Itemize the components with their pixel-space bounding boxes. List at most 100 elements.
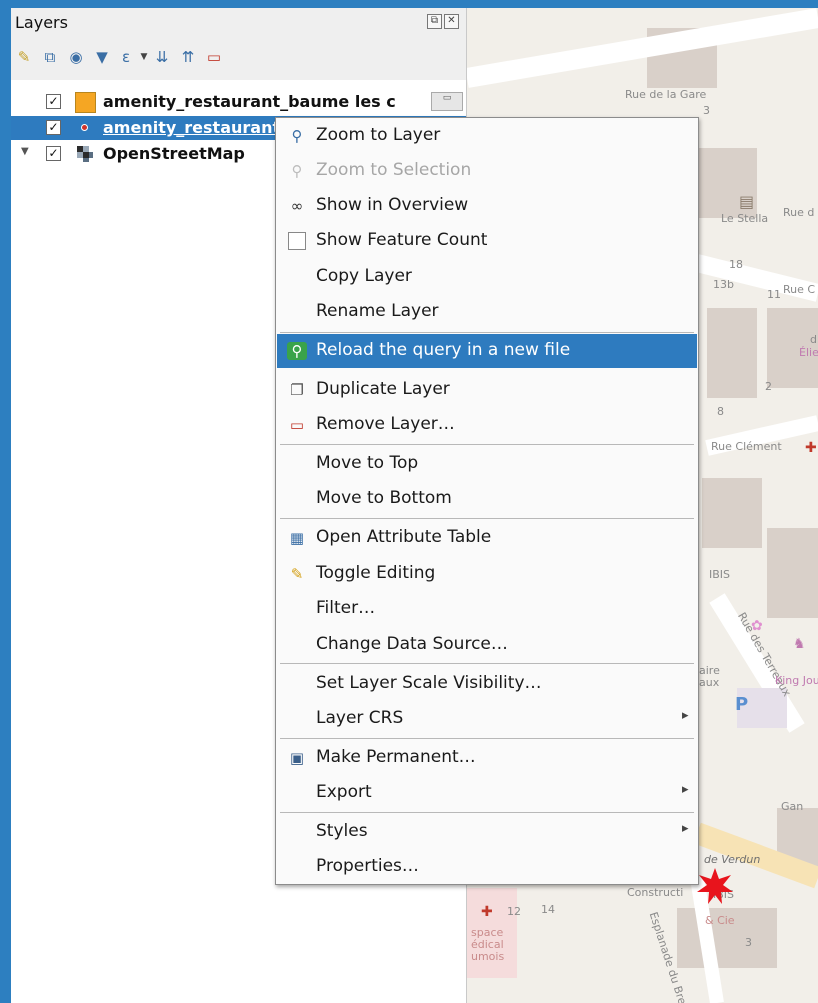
layer-visibility-checkbox[interactable]: ✓ <box>46 94 61 109</box>
red-point-symbol-icon <box>75 118 94 137</box>
zoom-to-layer-icon: ⚲ <box>291 127 303 145</box>
menu-item-filter[interactable]: Filter… <box>277 592 697 626</box>
open-layer-styling-icon[interactable]: ✎ <box>15 48 33 66</box>
float-panel-icon[interactable]: ⧉ <box>427 14 442 29</box>
menu-item-label: Zoom to Selection <box>316 160 472 180</box>
menu-item-duplicate-layer[interactable]: ❐ Duplicate Layer <box>277 373 697 407</box>
duplicate-layer-icon: ❐ <box>290 381 304 399</box>
filter-legend-icon[interactable]: ▼ <box>93 48 111 66</box>
menu-item-label: Make Permanent… <box>316 747 476 767</box>
raster-tile-symbol-icon <box>75 144 94 163</box>
menu-item-label: Layer CRS <box>316 708 404 728</box>
layer-row-restaurant-baume[interactable]: ✓ amenity_restaurant_baume les c ▭ <box>11 90 466 114</box>
menu-item-zoom-to-selection[interactable]: ⚲ Zoom to Selection <box>277 154 697 188</box>
menu-item-label: Toggle Editing <box>316 563 436 583</box>
map-label: 12 <box>507 905 521 918</box>
map-label: umois <box>471 950 505 963</box>
menu-item-label: Set Layer Scale Visibility… <box>316 673 542 693</box>
parking-poi-icon: P <box>735 694 749 715</box>
map-label: Rue de la Gare <box>625 88 707 101</box>
menu-item-open-attribute-table[interactable]: ▦ Open Attribute Table <box>277 521 697 555</box>
layer-visibility-checkbox[interactable]: ✓ <box>46 146 61 161</box>
menu-item-label: Zoom to Layer <box>316 125 441 145</box>
pet-shop-poi-icon: ✿ <box>751 618 763 634</box>
submenu-arrow-icon: ▸ <box>682 782 689 797</box>
menu-item-styles[interactable]: Styles ▸ <box>277 815 697 849</box>
map-label: 3 <box>745 936 752 949</box>
menu-item-label: Properties… <box>316 856 419 876</box>
close-panel-icon[interactable]: ✕ <box>444 14 459 29</box>
menu-item-label: Rename Layer <box>316 301 439 321</box>
menu-item-toggle-editing[interactable]: ✎ Toggle Editing <box>277 557 697 591</box>
menu-separator <box>280 518 694 519</box>
map-label: Rue C <box>783 283 816 296</box>
save-icon: ▣ <box>289 749 305 767</box>
remove-layer-icon[interactable]: ▭ <box>205 48 223 66</box>
manage-map-themes-icon[interactable]: ◉ <box>67 48 85 66</box>
collapse-all-icon[interactable]: ⇈ <box>179 48 197 66</box>
layer-context-menu: ⚲ Zoom to Layer ⚲ Zoom to Selection ∞ Sh… <box>275 117 699 885</box>
menu-item-remove-layer[interactable]: ▭ Remove Layer… <box>277 408 697 442</box>
map-label: de Verdun <box>704 853 761 866</box>
layers-toolbar: ✎ ⧉ ◉ ▼ ε ▼ ⇊ ⇈ ▭ <box>11 38 466 80</box>
menu-item-label: Reload the query in a new file <box>316 340 571 360</box>
map-label: 14 <box>541 903 555 916</box>
expand-all-icon[interactable]: ⇊ <box>153 48 171 66</box>
panel-title-bar: Layers ⧉ ✕ <box>11 8 466 38</box>
submenu-arrow-icon: ▸ <box>682 708 689 723</box>
menu-item-export[interactable]: Export ▸ <box>277 776 697 810</box>
filter-by-expression-icon[interactable]: ε <box>117 48 135 66</box>
menu-item-move-to-bottom[interactable]: Move to Bottom <box>277 482 697 516</box>
menu-item-layer-crs[interactable]: Layer CRS ▸ <box>277 702 697 736</box>
feature-count-checkbox[interactable] <box>288 232 306 250</box>
menu-item-label: Remove Layer… <box>316 414 455 434</box>
menu-item-move-to-top[interactable]: Move to Top <box>277 447 697 481</box>
menu-item-label: Duplicate Layer <box>316 379 450 399</box>
remove-layer-icon: ▭ <box>289 416 305 434</box>
menu-item-make-permanent[interactable]: ▣ Make Permanent… <box>277 741 697 775</box>
attribute-table-icon: ▦ <box>289 529 305 547</box>
layer-name: amenity_restaurant <box>103 118 281 137</box>
submenu-arrow-icon: ▸ <box>682 821 689 836</box>
menu-item-properties[interactable]: Properties… <box>277 850 697 884</box>
overview-icon: ∞ <box>290 197 304 215</box>
menu-item-show-in-overview[interactable]: ∞ Show in Overview <box>277 189 697 223</box>
map-label: aux <box>699 676 720 689</box>
menu-item-label: Show in Overview <box>316 195 469 215</box>
map-label: IBIS <box>709 568 731 581</box>
layer-visibility-checkbox[interactable]: ✓ <box>46 120 61 135</box>
hotel-poi-icon: ▤ <box>739 192 755 211</box>
restaurant-marker-icon[interactable] <box>695 866 735 906</box>
map-label: Rue Clément <box>711 440 782 453</box>
menu-item-label: Change Data Source… <box>316 634 508 654</box>
zoom-to-selection-icon: ⚲ <box>291 162 303 180</box>
menu-item-label: Open Attribute Table <box>316 527 492 547</box>
menu-item-rename-layer[interactable]: Rename Layer <box>277 295 697 329</box>
menu-separator <box>280 812 694 813</box>
layer-name: OpenStreetMap <box>103 144 245 163</box>
reload-query-icon: ⚲ <box>287 342 307 360</box>
map-label: Le Stella <box>721 212 769 225</box>
menu-item-show-feature-count[interactable]: Show Feature Count <box>277 224 697 258</box>
menu-item-reload-query[interactable]: ⚲ Reload the query in a new file <box>277 334 697 368</box>
menu-item-set-layer-scale-visibility[interactable]: Set Layer Scale Visibility… <box>277 667 697 701</box>
toy-shop-poi-icon: ♞ <box>793 636 806 652</box>
menu-separator <box>280 738 694 739</box>
map-label: d <box>810 333 817 346</box>
collapse-arrow-icon[interactable]: ▼ <box>21 146 29 157</box>
dropdown-arrow-icon[interactable]: ▼ <box>135 48 153 66</box>
clinic-poi-icon: ✚ <box>481 904 493 920</box>
map-label: 13b <box>713 278 734 291</box>
menu-item-change-data-source[interactable]: Change Data Source… <box>277 628 697 662</box>
add-group-icon[interactable]: ⧉ <box>41 48 59 66</box>
map-label: King Jou <box>775 674 818 687</box>
menu-item-zoom-to-layer[interactable]: ⚲ Zoom to Layer <box>277 119 697 153</box>
map-label: 8 <box>717 405 724 418</box>
temporary-layer-icon[interactable]: ▭ <box>431 92 463 111</box>
map-label: 2 <box>765 380 772 393</box>
menu-item-copy-layer[interactable]: Copy Layer <box>277 260 697 294</box>
pencil-icon: ✎ <box>290 565 304 583</box>
map-label: 3 <box>703 104 710 117</box>
menu-separator <box>280 444 694 445</box>
panel-title: Layers <box>15 13 68 32</box>
